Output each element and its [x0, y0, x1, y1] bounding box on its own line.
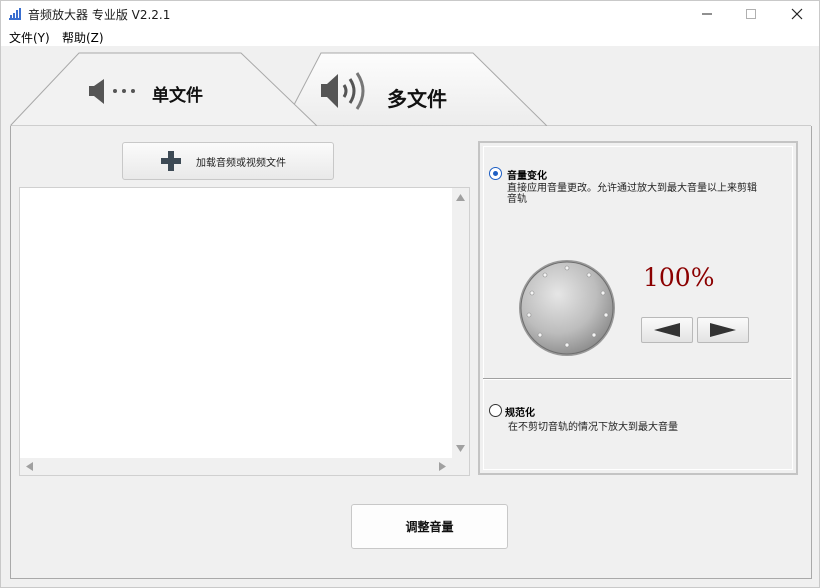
arrow-left-icon [654, 323, 680, 337]
maximize-icon [746, 9, 756, 19]
volume-percent: 100% [643, 263, 715, 292]
speaker-dots-icon [89, 79, 135, 104]
decrease-volume-button[interactable] [641, 317, 693, 343]
tab-multi-file[interactable]: 多文件 [387, 83, 447, 112]
close-icon [791, 8, 803, 20]
title-bar: 音频放大器 专业版 V2.2.1 [1, 1, 819, 27]
app-window: 音频放大器 专业版 V2.2.1 文件(Y) 帮助(Z) 单文件 多文件 加载音… [0, 0, 820, 588]
vertical-scrollbar[interactable] [452, 188, 469, 459]
scroll-corner [452, 458, 469, 475]
scroll-down-icon[interactable] [456, 445, 465, 452]
adjust-volume-button[interactable]: 调整音量 [351, 504, 508, 549]
options-divider [483, 378, 791, 380]
maximize-button[interactable] [728, 1, 774, 27]
minimize-icon [702, 13, 712, 15]
arrow-right-icon [710, 323, 736, 337]
menu-file[interactable]: 文件(Y) [9, 29, 50, 46]
speaker-waves-icon [321, 72, 365, 110]
volume-change-title[interactable]: 音量变化 [507, 167, 547, 182]
plus-icon [161, 151, 181, 171]
tab-single-file[interactable]: 单文件 [152, 81, 203, 106]
volume-knob[interactable] [516, 257, 618, 359]
scroll-right-icon[interactable] [439, 462, 446, 471]
minimize-button[interactable] [684, 1, 730, 27]
horizontal-scrollbar[interactable] [20, 458, 469, 475]
menu-help[interactable]: 帮助(Z) [62, 29, 104, 46]
menu-bar: 文件(Y) 帮助(Z) [1, 27, 819, 46]
normalize-radio[interactable] [489, 404, 502, 417]
normalize-desc: 在不剪切音轨的情况下放大到最大音量 [508, 422, 678, 433]
volume-change-desc: 直接应用音量更改。允许通过放大到最大音量以上来剪辑音轨 [507, 183, 757, 205]
increase-volume-button[interactable] [697, 317, 749, 343]
load-file-label: 加载音频或视频文件 [196, 157, 286, 169]
load-file-button[interactable]: 加载音频或视频文件 [122, 142, 334, 180]
volume-change-radio[interactable] [489, 167, 502, 180]
file-list[interactable] [19, 187, 470, 476]
close-button[interactable] [774, 1, 820, 27]
normalize-title[interactable]: 规范化 [505, 404, 535, 419]
app-icon [9, 8, 21, 20]
window-title: 音频放大器 专业版 V2.2.1 [28, 8, 171, 22]
scroll-left-icon[interactable] [26, 462, 33, 471]
scroll-up-icon[interactable] [456, 194, 465, 201]
